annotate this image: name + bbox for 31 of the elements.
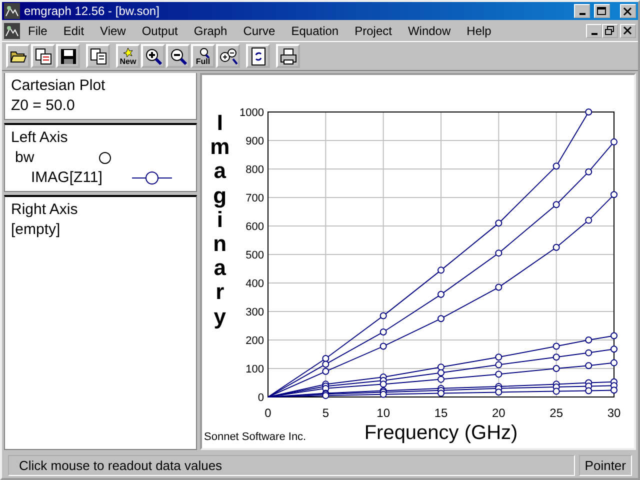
legend-label: IMAG[Z11] — [31, 168, 102, 188]
plot-type-label: Cartesian Plot — [11, 76, 106, 96]
y-tick-label: 0 — [258, 392, 264, 404]
y-tick-label: 1000 — [240, 107, 264, 119]
y-tick-label: 400 — [246, 278, 264, 290]
x-tick-label: 10 — [376, 406, 390, 420]
x-tick-label: 0 — [264, 406, 272, 420]
credit-text: Sonnet Software Inc. — [204, 431, 306, 443]
x-tick-label: 25 — [550, 406, 564, 420]
y-axis-title: Imaginary — [210, 111, 232, 329]
x-tick-label: 5 — [322, 406, 329, 420]
y-tick-label: 700 — [246, 192, 264, 204]
section-title: Left Axis — [11, 128, 69, 148]
x-axis-title: Frequency (GHz) — [364, 422, 518, 444]
y-tick-label: 600 — [246, 221, 264, 233]
x-tick-label: 30 — [607, 406, 621, 420]
y-tick-label: 100 — [246, 364, 264, 376]
x-tick-label: 15 — [434, 406, 448, 420]
y-tick-label: 500 — [246, 250, 264, 262]
y-tick-label: 900 — [246, 136, 264, 148]
y-tick-label: 300 — [246, 306, 264, 318]
window-title: emgraph 12.56 - [bw.son] — [24, 4, 160, 18]
section-title: Right Axis — [11, 200, 79, 220]
legend-label: bw — [15, 148, 34, 168]
y-tick-label: 800 — [246, 164, 264, 176]
status-message: Click mouse to readout data values — [8, 454, 575, 476]
empty-label: [empty] — [11, 220, 62, 240]
impedance-label: Z0 = 50.0 — [11, 96, 76, 116]
y-tick-label: 200 — [246, 335, 264, 347]
x-tick-label: 20 — [492, 406, 506, 420]
mode-indicator: Pointer — [578, 454, 632, 476]
